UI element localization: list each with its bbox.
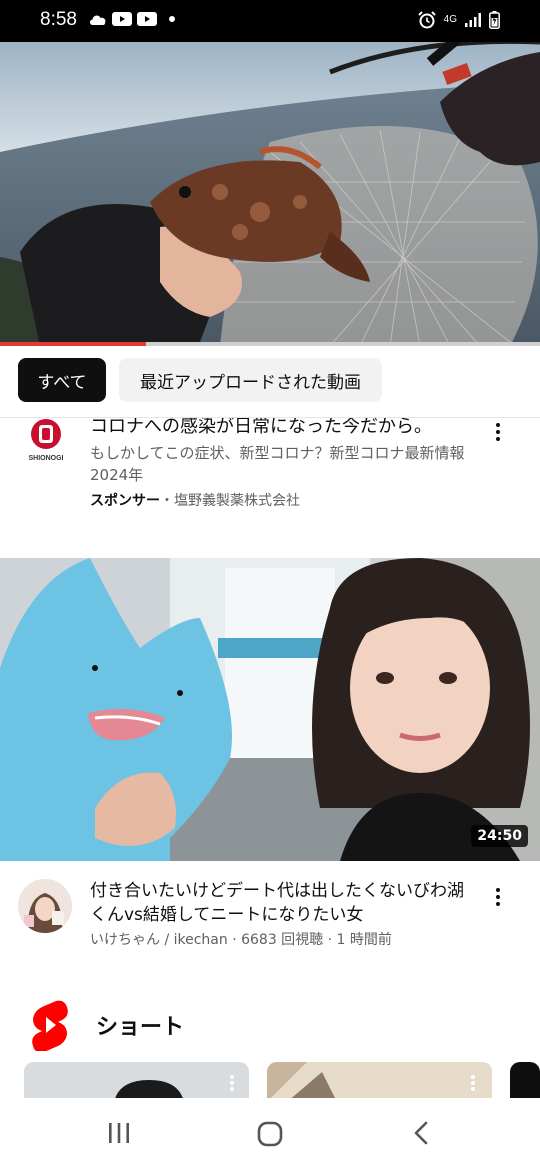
battery-icon — [489, 11, 500, 29]
system-navigation-bar — [0, 1098, 540, 1170]
video-duration-badge: 24:50 — [471, 825, 528, 847]
more-vert-icon-dot — [496, 895, 500, 899]
ad-title[interactable]: コロナへの感染が日常になった今だから。 — [90, 418, 432, 438]
recent-apps-icon[interactable] — [106, 1120, 132, 1146]
more-vert-icon-dot — [496, 902, 500, 906]
channel-avatar[interactable] — [18, 879, 72, 933]
youtube-icon — [112, 12, 132, 26]
more-vert-icon-dot — [496, 430, 500, 434]
short-card[interactable] — [267, 1062, 492, 1102]
shorts-logo-icon — [32, 1000, 68, 1051]
advertiser-logo-text: SHIONOGI — [28, 455, 63, 462]
ad-description: もしかしてこの症状、新型コロナ？新型コロナ最新情報2024年 — [90, 444, 465, 484]
more-vert-icon-dot — [471, 1081, 475, 1085]
ad-card[interactable]: SHIONOGI コロナへの感染が日常になった今だから。 もしかしてこの症状、新… — [0, 418, 540, 558]
status-time: 8:58 — [40, 9, 77, 30]
advertiser-name: 塩野義製薬株式会社 — [174, 493, 300, 509]
more-vert-icon-dot — [230, 1087, 234, 1091]
video-more-menu-button[interactable] — [486, 881, 510, 913]
thumbnail-image — [0, 558, 540, 861]
back-icon[interactable] — [410, 1120, 434, 1146]
chip-all[interactable]: すべて — [18, 358, 106, 402]
sponsor-separator: ・ — [160, 493, 174, 509]
video-details: 付き合いたいけどデート代は出したくないびわ湖くんvs結婚してニートになりたい女 … — [0, 861, 540, 961]
ad-sponsor-line: スポンサー・塩野義製薬株式会社 — [90, 490, 300, 510]
video-title[interactable]: 付き合いたいけどデート代は出したくないびわ湖くんvs結婚してニートになりたい女 — [90, 879, 470, 927]
video-thumbnail[interactable]: 24:50 — [0, 558, 540, 861]
filter-chip-bar: すべて 最近アップロードされた動画 — [0, 346, 540, 418]
short-thumbnail-image — [24, 1062, 249, 1102]
status-right-icons: 4G — [417, 10, 500, 30]
more-vert-icon-dot — [496, 437, 500, 441]
more-vert-icon — [496, 888, 500, 892]
shorts-section-header: ショート — [0, 995, 540, 1055]
short-more-menu-button[interactable] — [220, 1070, 244, 1096]
short-more-menu-button[interactable] — [461, 1070, 485, 1096]
more-vert-icon — [496, 423, 500, 427]
video-metadata: いけちゃん / ikechan · 6683 回視聴 · 1 時間前 — [90, 932, 392, 948]
home-icon[interactable] — [256, 1120, 284, 1148]
signal-icon — [465, 13, 481, 27]
dot-icon — [169, 16, 175, 22]
4g-icon: 4G — [443, 14, 457, 25]
advertiser-logo: SHIONOGI — [24, 418, 68, 466]
chip-recently-uploaded[interactable]: 最近アップロードされた動画 — [119, 358, 382, 402]
video-player[interactable] — [0, 42, 540, 346]
alarm-icon — [417, 11, 436, 29]
short-thumbnail-image — [267, 1062, 492, 1102]
more-vert-icon — [471, 1075, 475, 1079]
ad-more-menu-button[interactable] — [486, 418, 510, 448]
shorts-section-title: ショート — [96, 1015, 185, 1040]
sponsor-label: スポンサー — [90, 493, 160, 509]
player-frame-image — [0, 42, 540, 346]
youtube-icon — [137, 12, 157, 26]
cloud-icon — [89, 15, 106, 25]
shionogi-logo-icon: SHIONOGI — [28, 419, 64, 462]
channel-avatar-image — [18, 879, 72, 933]
more-vert-icon — [230, 1075, 234, 1079]
status-bar: 8:58 4G — [0, 0, 540, 42]
more-vert-icon-dot — [230, 1081, 234, 1085]
more-vert-icon-dot — [471, 1087, 475, 1091]
short-card[interactable] — [510, 1062, 540, 1102]
short-card[interactable] — [24, 1062, 249, 1102]
